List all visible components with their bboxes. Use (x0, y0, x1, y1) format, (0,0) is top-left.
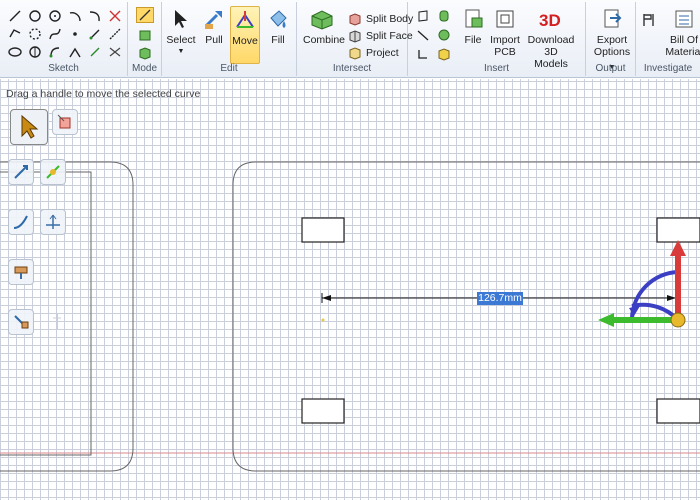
select-button[interactable]: Select ▼ (166, 6, 196, 58)
project-icon (347, 45, 363, 60)
direction-icon (14, 165, 28, 179)
project-curve-icon[interactable] (86, 44, 104, 60)
insert-group-label: Insert (483, 63, 509, 74)
edit-group: Select ▼ Pull Move Fill Edit (162, 2, 297, 76)
status-hint: Drag a handle to move the selected curve (6, 88, 201, 100)
up-to-icon (14, 266, 28, 279)
cylinder-icon[interactable] (435, 8, 453, 24)
download-3d-models-button[interactable]: 3D Download 3D Models (522, 6, 580, 70)
sketch-mode-icon[interactable] (136, 7, 154, 23)
output-group: Export Options ▼ Output (586, 2, 636, 76)
bend-icon[interactable] (106, 44, 124, 60)
bill-of-material-icon (670, 6, 698, 32)
import-pcb-button[interactable]: Import PCB (490, 6, 520, 58)
sketch-group: Sketch (0, 2, 128, 76)
direction-tool-button[interactable] (8, 159, 34, 185)
slot-icon[interactable] (26, 44, 44, 60)
ruler-icon (14, 315, 29, 329)
axis-icon[interactable] (414, 27, 432, 43)
extend-icon[interactable] (106, 26, 124, 42)
fill-icon (264, 6, 292, 32)
svg-text:3D: 3D (539, 11, 561, 30)
split-face-button[interactable]: Split Face (347, 28, 413, 43)
design-canvas[interactable] (0, 79, 700, 500)
split-body-icon (347, 11, 363, 26)
trajectory-icon (13, 215, 28, 229)
intersect-group-label: Intersect (332, 63, 372, 74)
circle-icon[interactable] (26, 8, 44, 24)
download-3d-icon: 3D (537, 6, 565, 32)
select-filter-button[interactable] (52, 109, 78, 135)
shell-icon[interactable] (435, 46, 453, 62)
sketch-tools (6, 8, 126, 62)
box-select-icon (57, 114, 71, 129)
anchor-tool-button[interactable] (40, 159, 66, 185)
sweep-arc-icon[interactable] (46, 44, 64, 60)
edit-group-label: Edit (220, 63, 238, 74)
mode-group-label: Mode (131, 63, 157, 74)
file-button[interactable]: File (458, 6, 488, 46)
pivot-tool-button[interactable] (40, 209, 66, 235)
move-button[interactable]: Move (230, 6, 260, 64)
offset-icon[interactable] (86, 26, 104, 42)
select-tool-button[interactable] (10, 109, 48, 145)
investigate-group: Bill Of Material Investigate (636, 2, 700, 76)
intersect-group: Combine Split Body Split Face Project In… (297, 2, 413, 76)
arc-icon[interactable] (66, 8, 84, 24)
sphere-icon[interactable] (435, 27, 453, 43)
pull-button[interactable]: Pull (200, 6, 228, 46)
3d-mode-icon[interactable] (136, 45, 154, 61)
ruler-tool-button[interactable] (8, 309, 34, 335)
point-icon[interactable] (66, 26, 84, 42)
polygon-icon[interactable] (26, 26, 44, 42)
sketch-group-label: Sketch (48, 63, 79, 74)
up-to-tool-button[interactable] (8, 259, 34, 285)
investigate-group-label: Investigate (643, 63, 693, 74)
export-icon (598, 6, 626, 32)
split-body-button[interactable]: Split Body (347, 11, 413, 26)
select-arrow-icon (167, 6, 195, 32)
split-face-icon (347, 28, 363, 43)
disabled-option-icon (50, 312, 64, 332)
mode-group: Mode (128, 2, 162, 76)
anchor-icon (46, 165, 60, 179)
line-icon[interactable] (6, 8, 24, 24)
import-pcb-icon (491, 6, 519, 32)
spline-icon[interactable] (46, 26, 64, 42)
measure-icon[interactable] (640, 10, 660, 30)
move-icon (231, 7, 259, 33)
mirror-icon[interactable] (66, 44, 84, 60)
rectangle-icon[interactable] (6, 26, 24, 42)
origin-icon[interactable] (414, 46, 432, 62)
output-group-label: Output (595, 63, 626, 74)
insert-group: File Import PCB 3D Download 3D Models In… (408, 2, 586, 76)
fill-button[interactable]: Fill (264, 6, 292, 46)
combine-button[interactable]: Combine (303, 6, 345, 46)
tangent-arc-icon[interactable] (86, 8, 104, 24)
pull-icon (200, 6, 228, 32)
ellipse-icon[interactable] (6, 44, 24, 60)
insert-file-icon (459, 6, 487, 32)
project-button[interactable]: Project (347, 45, 399, 60)
pivot-icon (46, 214, 60, 229)
select-arrow-icon (21, 114, 39, 139)
section-mode-icon[interactable] (136, 27, 154, 43)
chevron-down-icon: ▼ (177, 48, 185, 55)
trim-icon[interactable] (106, 8, 124, 24)
circle-3pt-icon[interactable] (46, 8, 64, 24)
ribbon: Sketch Mode Select ▼ Pull Move Fill Edit (0, 0, 700, 78)
plane-icon[interactable] (414, 8, 432, 24)
combine-icon (308, 6, 336, 32)
along-trajectory-button[interactable] (8, 209, 34, 235)
bill-of-material-button[interactable]: Bill Of Material (664, 6, 700, 58)
dimension-value-input[interactable]: 126.7mm (477, 292, 523, 305)
